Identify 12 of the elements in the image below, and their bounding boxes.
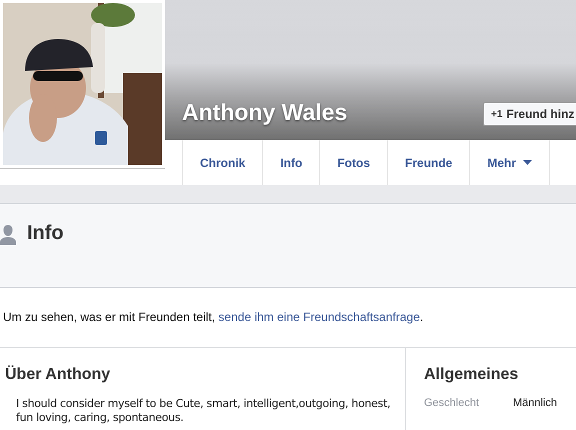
general-heading: Allgemeines <box>424 366 520 384</box>
info-value: Männlich <box>513 397 558 409</box>
about-text: I should consider myself to be Cute, smart, intelligent,outgoing, honest, fun loving, caring, spontaneous. <box>16 397 392 425</box>
friend-request-link[interactable]: sende ihm eine Freundschaftsanfrage <box>218 310 420 324</box>
profile-tab[interactable]: Mehr <box>469 140 550 185</box>
friend-request-notice: Um zu sehen, was er mit Freunden teilt, sende ihm eine Freundschaftsanfrage. <box>3 310 424 324</box>
profile-name: Anthony Wales <box>182 99 348 126</box>
add-friend-button[interactable]: +1 Freund hinz <box>483 102 576 126</box>
about-heading: Über Anthony <box>5 366 112 384</box>
section-title: Info <box>27 222 64 245</box>
person-icon <box>0 225 16 245</box>
info-label: Geschlecht <box>424 397 480 409</box>
